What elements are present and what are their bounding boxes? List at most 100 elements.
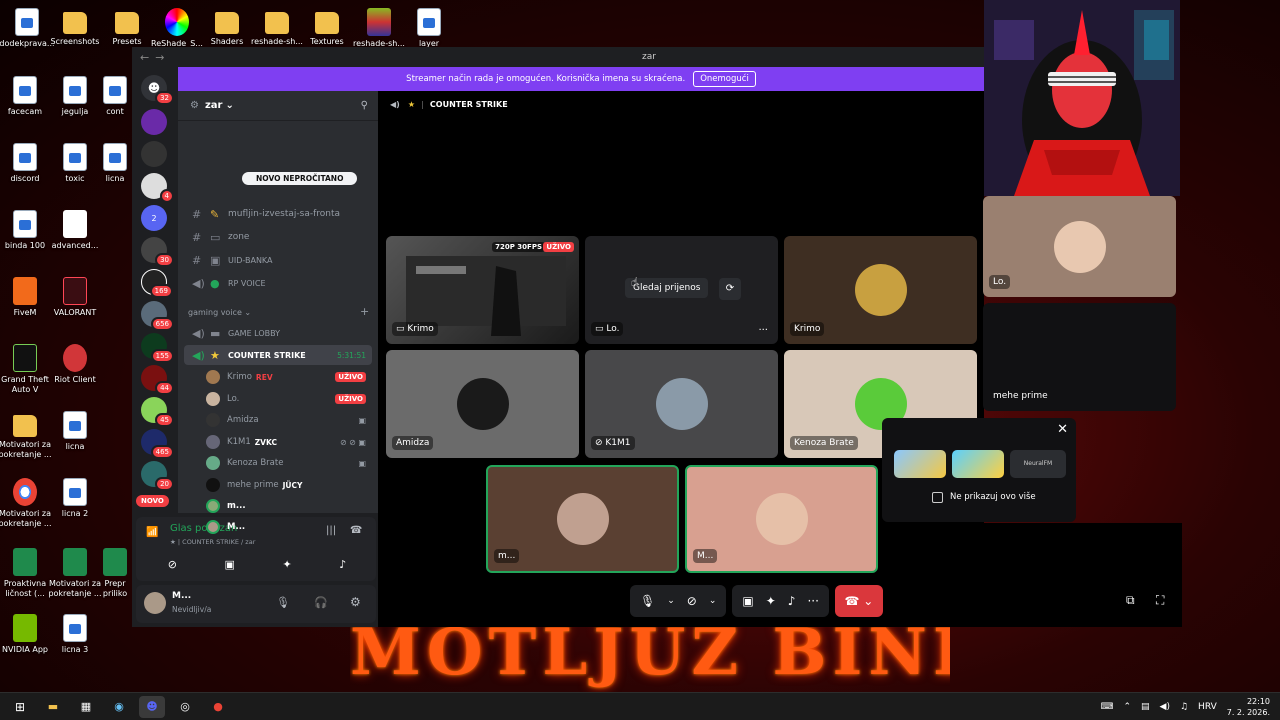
popout-icon[interactable]: ⟳ (719, 278, 741, 300)
more-options-icon[interactable]: ··· (807, 594, 818, 608)
language-indicator[interactable]: HRV (1198, 702, 1217, 712)
desktop-icon[interactable]: layer (400, 8, 458, 49)
settings-gear-icon[interactable]: ⚙ (350, 595, 361, 609)
chevron-up-icon[interactable]: ⌃ (1123, 702, 1131, 712)
discord-icon[interactable]: ☻ (139, 695, 165, 718)
dont-show-checkbox[interactable] (932, 492, 943, 503)
desktop-icon[interactable]: VALORANT (46, 277, 104, 318)
desktop-icon[interactable]: Motivatori za pokretanje ... (46, 548, 104, 599)
keyboard-icon[interactable]: ⌨ (1100, 702, 1113, 712)
steam-icon[interactable]: ◉ (106, 696, 132, 718)
clock[interactable]: 22:10 7. 2. 2026. (1227, 696, 1270, 718)
desktop-icon[interactable]: toxic (46, 143, 104, 184)
voice-user[interactable]: mehe prime JÜCY (206, 475, 374, 495)
desktop-icon[interactable]: jegulja (46, 76, 104, 117)
desktop-icon[interactable]: advanced... (46, 210, 104, 251)
activities-icon[interactable]: ✦ (282, 558, 291, 571)
volume-icon[interactable]: ◀) (1160, 702, 1170, 712)
activity-thumbnail[interactable] (894, 450, 946, 478)
chrome-icon[interactable]: ● (205, 696, 231, 718)
headphones-icon[interactable]: 🎧 (314, 596, 328, 609)
network-icon[interactable]: ▤ (1141, 702, 1150, 712)
server-icon[interactable]: 656 (141, 301, 174, 331)
voice-user[interactable]: Lo. UŽIVO (206, 389, 374, 409)
desktop-icon[interactable]: Riot Client (46, 344, 104, 385)
disconnect-button[interactable]: ☎ ⌄ (834, 585, 883, 617)
microphone-icon[interactable]: 🎙 (640, 594, 655, 608)
voice-location[interactable]: ★ | COUNTER STRIKE / zar (170, 538, 255, 546)
voice-user[interactable]: Amidza ▣ (206, 410, 374, 430)
activity-thumbnail[interactable]: NeuralFM (1010, 450, 1066, 478)
chevron-down-icon[interactable]: ⌄ (667, 596, 675, 606)
voice-user[interactable]: m... (206, 496, 374, 516)
category-gaming-voice[interactable]: gaming voice ⌄ (188, 308, 251, 317)
channel-zone[interactable]: # ▭ zone (184, 227, 372, 247)
channel-game-lobby[interactable]: ◀) ▬ GAME LOBBY (184, 323, 372, 343)
close-icon[interactable]: ✕ (1057, 422, 1068, 437)
server-icon[interactable]: 169 (141, 269, 173, 298)
participant-tile[interactable]: M... (685, 465, 878, 573)
screen-share-icon[interactable]: ▣ (225, 558, 235, 571)
participant-tile[interactable]: mehe prime (983, 303, 1176, 411)
avatar[interactable] (144, 592, 166, 614)
channel-mufljin[interactable]: # ✎ mufljin-izvestaj-sa-fronta (184, 204, 372, 224)
participant-tile[interactable]: m... (486, 465, 679, 573)
disable-streamer-mode-button[interactable]: Onemogući (693, 71, 756, 87)
desktop-icon[interactable]: cont (98, 76, 132, 117)
channel-uid-banka[interactable]: # ▣ UID-BANKA (184, 250, 372, 270)
server-header[interactable]: ⚙ zar ⌄ ⚲ (178, 91, 378, 121)
participant-tile[interactable]: Amidza (386, 350, 579, 458)
calculator-icon[interactable]: ▦ (73, 696, 99, 718)
soundboard-icon[interactable]: ♪ (788, 594, 796, 608)
desktop-icon[interactable]: Screenshots (46, 8, 104, 47)
channel-counter-strike[interactable]: ◀) ★ COUNTER STRIKE 5:31:51 (184, 345, 372, 365)
stream-tile[interactable]: 720P 30FPS UŽIVO ▭ Krimo (386, 236, 579, 344)
channel-rp-voice[interactable]: ◀) ● RP VOICE (184, 273, 372, 293)
discord-home-icon[interactable]: ☻ 32 (141, 75, 174, 105)
screen-share-icon[interactable]: ▣ (742, 594, 753, 608)
desktop-icon[interactable]: licna (98, 143, 132, 184)
file-explorer-icon[interactable]: ▬ (40, 696, 66, 718)
new-unread-marker[interactable]: NOVO (136, 495, 169, 507)
server-icon[interactable]: 465 (141, 429, 174, 459)
new-unread-pill[interactable]: NOVO NEPROČITANO (242, 172, 358, 185)
voice-user[interactable]: M... (206, 517, 374, 537)
obs-icon[interactable]: ◎ (172, 696, 198, 718)
add-channel-icon[interactable]: + (360, 305, 369, 318)
desktop-icon[interactable]: licna 3 (46, 614, 104, 655)
participant-tile[interactable]: Lo. (983, 196, 1176, 297)
back-arrow-icon[interactable]: ← (140, 51, 149, 64)
headset-icon[interactable]: ♫ (1180, 702, 1188, 712)
participant-tile[interactable]: Krimo (784, 236, 977, 344)
participant-tile[interactable]: ⊘ K1M1 (585, 350, 778, 458)
server-icon[interactable]: 20 (141, 461, 174, 491)
camera-off-icon[interactable]: ⊘ (687, 594, 697, 608)
activities-icon[interactable]: ✦ (766, 594, 776, 608)
forward-arrow-icon[interactable]: → (155, 51, 164, 64)
server-icon[interactable] (141, 141, 167, 167)
server-icon[interactable]: 30 (141, 237, 174, 267)
server-icon[interactable] (141, 109, 167, 135)
add-member-icon[interactable]: ⚲ (361, 100, 368, 111)
start-icon[interactable]: ⊞ (7, 696, 33, 718)
microphone-icon[interactable]: 🎙 (276, 596, 290, 609)
desktop-icon[interactable]: licna 2 (46, 478, 104, 519)
voice-user[interactable]: K1M1 ZVKC ⊘ ⊘ ▣ (206, 432, 374, 452)
camera-off-icon[interactable]: ⊘ (168, 558, 177, 571)
soundboard-icon[interactable]: ♪ (339, 558, 346, 571)
server-folder-icon[interactable]: 2 (141, 205, 167, 231)
server-icon[interactable]: 45 (141, 397, 174, 427)
more-options-icon[interactable]: ··· (758, 325, 768, 336)
desktop-icon[interactable]: licna (46, 411, 104, 452)
popout-window-icon[interactable]: ⧉ (1126, 593, 1135, 608)
voice-user[interactable]: Kenoza Brate ▣ (206, 453, 374, 473)
stream-tile[interactable]: Gledaj prijenos ⟳ ··· ▭ Lo. (585, 236, 778, 344)
server-icon[interactable]: 4 (141, 173, 174, 203)
fullscreen-icon[interactable]: ⛶ (1156, 593, 1164, 608)
server-icon[interactable]: 155 (141, 333, 174, 363)
desktop-icon[interactable]: Prepr priliko (98, 548, 132, 599)
desktop-icon[interactable]: Textures (298, 8, 356, 47)
server-icon[interactable]: 44 (141, 365, 174, 395)
chevron-down-icon[interactable]: ⌄ (709, 596, 717, 606)
activity-thumbnail[interactable] (952, 450, 1004, 478)
